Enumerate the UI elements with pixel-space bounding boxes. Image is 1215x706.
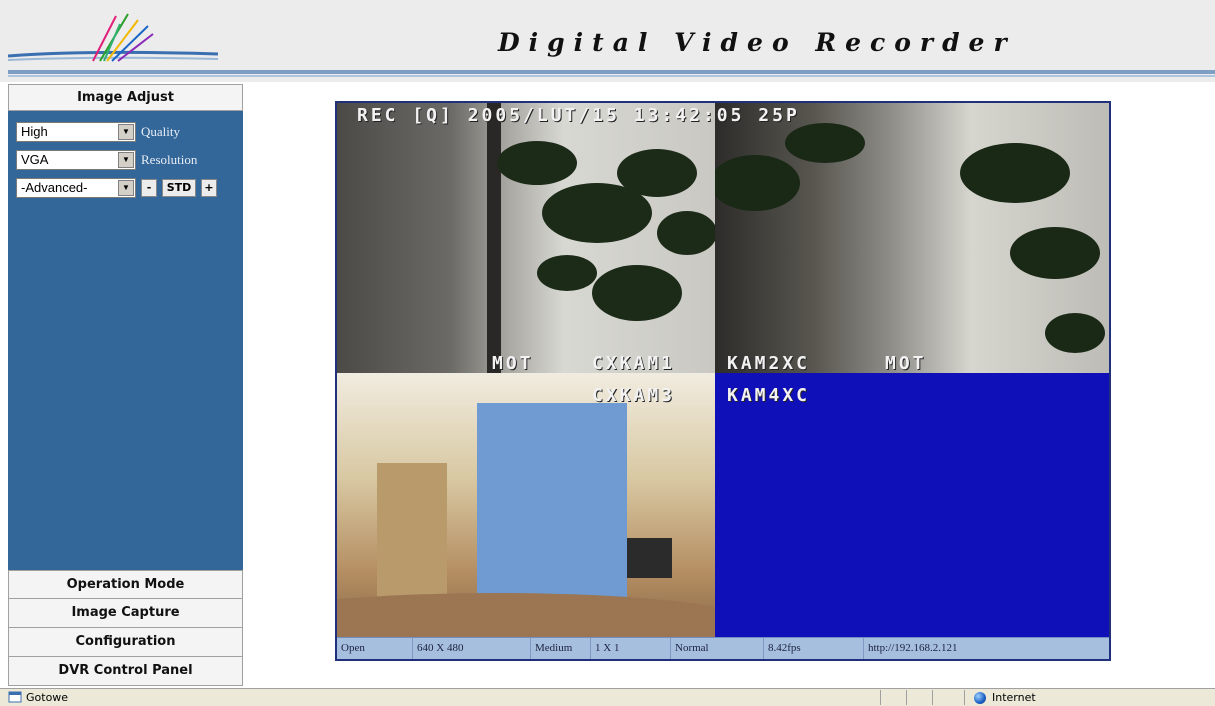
advanced-select[interactable]: -Advanced- ▼ xyxy=(16,178,136,198)
status-text: Gotowe xyxy=(26,691,69,704)
camera-4-feed xyxy=(715,373,1109,637)
camera-2-feed xyxy=(715,103,1109,373)
page-icon xyxy=(8,691,22,703)
resolution-select[interactable]: VGA ▼ xyxy=(16,150,136,170)
quality-select[interactable]: High ▼ xyxy=(16,122,136,142)
status-layout: 1 X 1 xyxy=(591,638,671,659)
resolution-value: VGA xyxy=(21,152,49,167)
plant-foliage xyxy=(715,123,1105,353)
osd-cam3-name: CXKAM3 xyxy=(592,385,676,406)
video-viewer[interactable]: REC [Q] 2005/LUT/15 13:42:05 25P MOT CXK… xyxy=(335,101,1111,661)
sidebar-menu: Operation Mode Image Capture Configurati… xyxy=(8,570,243,686)
video-status-bar: Open 640 X 480 Medium 1 X 1 Normal 8.42f… xyxy=(337,637,1109,659)
menu-dvr-control-panel[interactable]: DVR Control Panel xyxy=(8,657,243,686)
status-segment xyxy=(932,690,962,705)
app-title: Digital Video Recorder xyxy=(498,28,1016,57)
brand-logo xyxy=(8,13,218,62)
menu-configuration[interactable]: Configuration xyxy=(8,628,243,657)
security-zone: Internet xyxy=(974,691,1036,704)
osd-cam2-name: KAM2XC xyxy=(727,353,811,374)
osd-cam1-motion: MOT xyxy=(492,353,534,374)
increase-button[interactable]: + xyxy=(201,179,217,197)
menu-operation-mode[interactable]: Operation Mode xyxy=(8,570,243,599)
quality-value: High xyxy=(21,124,48,139)
header-divider xyxy=(8,70,1215,74)
sidebar: Image Adjust High ▼ Quality VGA ▼ Resolu… xyxy=(8,84,243,686)
menu-image-capture[interactable]: Image Capture xyxy=(8,599,243,628)
status-open: Open xyxy=(337,638,413,659)
osd-cam4-name: KAM4XC xyxy=(727,385,811,406)
advanced-value: -Advanced- xyxy=(21,180,88,195)
advanced-row: -Advanced- ▼ - STD + xyxy=(16,177,217,199)
quality-label: Quality xyxy=(141,124,180,139)
browser-status-bar: Gotowe Internet xyxy=(0,688,1215,706)
globe-icon xyxy=(974,691,986,704)
zone-label: Internet xyxy=(992,691,1036,704)
plant-foliage xyxy=(487,103,715,373)
app-header: Digital Video Recorder xyxy=(0,0,1215,82)
status-segment xyxy=(906,690,932,705)
resolution-label: Resolution xyxy=(141,152,198,167)
chevron-down-icon[interactable]: ▼ xyxy=(118,180,134,196)
decrease-button[interactable]: - xyxy=(141,179,157,197)
quality-row: High ▼ Quality xyxy=(16,121,180,143)
status-resolution: 640 X 480 xyxy=(413,638,531,659)
chevron-down-icon[interactable]: ▼ xyxy=(118,124,134,140)
office-scene xyxy=(337,403,715,637)
chevron-down-icon[interactable]: ▼ xyxy=(118,152,134,168)
status-quality: Medium xyxy=(531,638,591,659)
osd-cam1-name: CXKAM1 xyxy=(592,353,676,374)
camera-1-feed xyxy=(337,103,715,373)
osd-timestamp: REC [Q] 2005/LUT/15 13:42:05 25P xyxy=(357,105,800,126)
resolution-row: VGA ▼ Resolution xyxy=(16,149,197,171)
status-mode: Normal xyxy=(671,638,764,659)
header-divider-light xyxy=(8,75,1215,77)
status-fps: 8.42fps xyxy=(764,638,864,659)
image-adjust-panel: High ▼ Quality VGA ▼ Resolution -Advance… xyxy=(8,111,243,570)
status-url: http://192.168.2.121 xyxy=(868,642,958,654)
camera-3-feed xyxy=(337,373,715,637)
status-segment xyxy=(880,690,906,705)
osd-cam2-motion: MOT xyxy=(885,353,927,374)
image-adjust-header[interactable]: Image Adjust xyxy=(8,84,243,111)
std-button[interactable]: STD xyxy=(162,179,196,197)
